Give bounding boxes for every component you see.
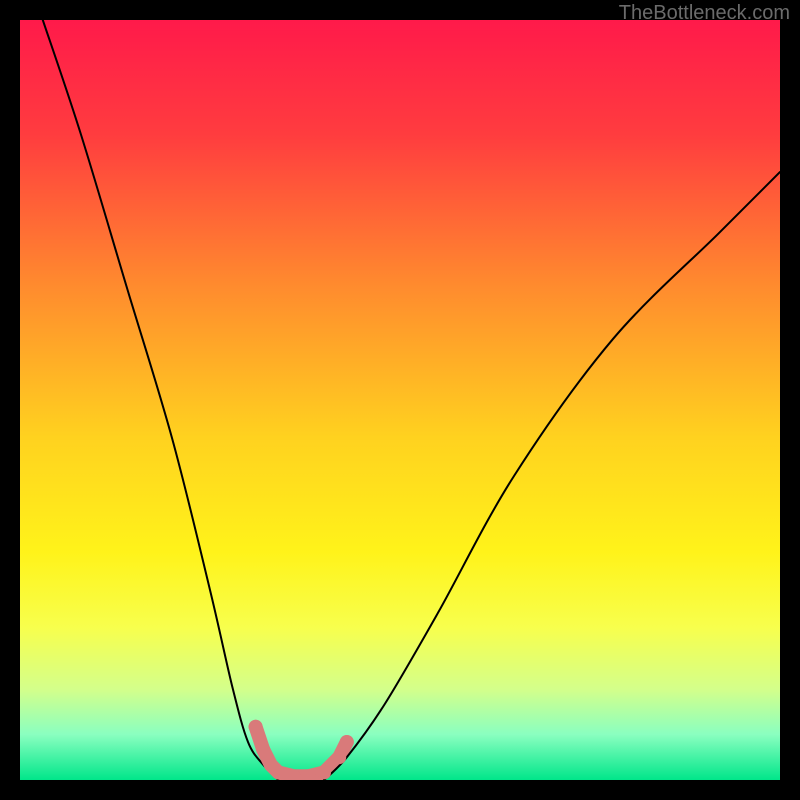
chart-background [20,20,780,780]
marker-bottom-markers [340,735,354,749]
chart-svg [20,20,780,780]
marker-bottom-markers [256,743,270,757]
marker-bottom-markers [249,720,263,734]
marker-bottom-markers [271,765,285,779]
watermark-text: TheBottleneck.com [619,2,790,25]
chart-container [20,20,780,780]
marker-bottom-markers [317,765,331,779]
marker-bottom-markers [332,750,346,764]
